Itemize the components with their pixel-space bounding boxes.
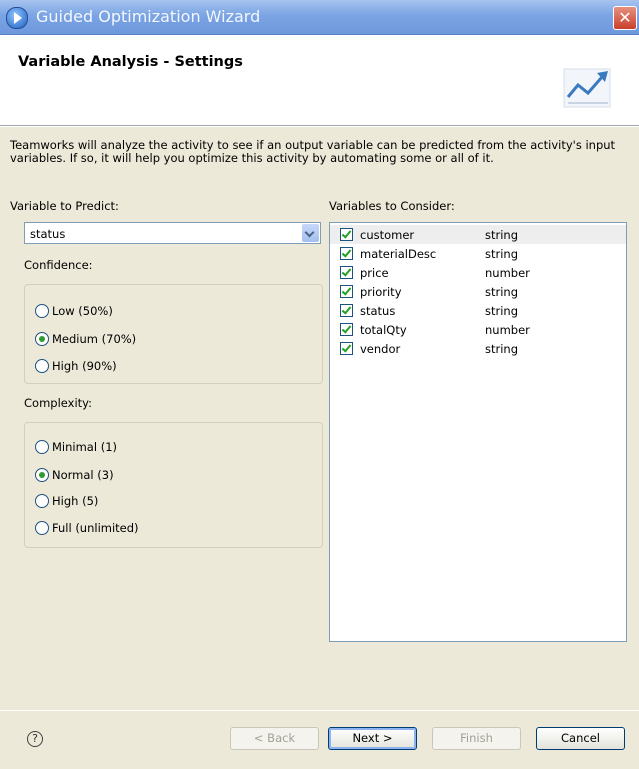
radio-complexity-minimal[interactable]: Minimal (1) <box>35 439 117 455</box>
variables-list[interactable]: customer string materialDesc string pric… <box>329 222 627 642</box>
page-title: Variable Analysis - Settings <box>18 54 243 70</box>
radio-confidence-high[interactable]: High (90%) <box>35 358 117 374</box>
radio-confidence-low[interactable]: Low (50%) <box>35 303 113 319</box>
radio-label: High (5) <box>52 494 99 508</box>
checkbox[interactable] <box>340 247 353 260</box>
variable-type: string <box>485 285 519 299</box>
variables-to-consider-label: Variables to Consider: <box>329 199 455 213</box>
radio-label: Full (unlimited) <box>52 521 139 535</box>
variable-name: customer <box>360 228 415 242</box>
variable-name: materialDesc <box>360 247 437 261</box>
list-item[interactable]: totalQty number <box>330 320 626 339</box>
variable-name: status <box>360 304 396 318</box>
list-item[interactable]: vendor string <box>330 339 626 358</box>
radio-complexity-high[interactable]: High (5) <box>35 493 98 509</box>
variable-type: string <box>485 342 519 356</box>
variable-name: vendor <box>360 342 401 356</box>
footer-separator <box>0 710 639 711</box>
confidence-group: Low (50%) Medium (70%) High (90%) <box>24 284 323 384</box>
checkbox[interactable] <box>340 304 353 317</box>
checkbox[interactable] <box>340 266 353 279</box>
variable-type: string <box>485 247 519 261</box>
variable-type: string <box>485 228 519 242</box>
header-separator <box>0 126 639 127</box>
finish-button[interactable]: Finish <box>432 727 521 750</box>
description-text: Teamworks will analyze the activity to s… <box>10 138 616 165</box>
radio-complexity-full[interactable]: Full (unlimited) <box>35 520 139 536</box>
radio-button[interactable] <box>35 359 49 373</box>
list-item[interactable]: status string <box>330 301 626 320</box>
dropdown-value: status <box>30 227 66 241</box>
radio-button[interactable] <box>35 440 49 454</box>
chevron-down-icon[interactable] <box>302 224 319 242</box>
variable-type: number <box>485 323 530 337</box>
variable-to-predict-label: Variable to Predict: <box>10 199 119 213</box>
checkbox[interactable] <box>340 323 353 336</box>
app-icon <box>6 7 28 29</box>
variable-name: price <box>360 266 389 280</box>
checkbox[interactable] <box>340 342 353 355</box>
confidence-label: Confidence: <box>24 258 93 272</box>
variable-name: totalQty <box>360 323 407 337</box>
radio-button[interactable] <box>35 304 49 318</box>
title-bar[interactable]: Guided Optimization Wizard ✕ <box>0 0 639 35</box>
back-button[interactable]: < Back <box>230 727 319 750</box>
cancel-button[interactable]: Cancel <box>536 727 625 750</box>
radio-button[interactable] <box>35 332 49 346</box>
variable-type: number <box>485 266 530 280</box>
radio-label: Low (50%) <box>52 304 113 318</box>
radio-complexity-normal[interactable]: Normal (3) <box>35 467 114 483</box>
close-button[interactable]: ✕ <box>613 6 637 30</box>
wizard-header: Variable Analysis - Settings <box>0 35 639 126</box>
list-item[interactable]: materialDesc string <box>330 244 626 263</box>
radio-label: Minimal (1) <box>52 440 117 454</box>
chart-trend-icon <box>563 68 611 108</box>
list-item[interactable]: price number <box>330 263 626 282</box>
list-item[interactable]: priority string <box>330 282 626 301</box>
radio-button[interactable] <box>35 494 49 508</box>
radio-confidence-medium[interactable]: Medium (70%) <box>35 331 136 347</box>
next-button[interactable]: Next > <box>328 727 417 750</box>
radio-label: Medium (70%) <box>52 332 137 346</box>
variable-name: priority <box>360 285 402 299</box>
window-title: Guided Optimization Wizard <box>36 7 261 26</box>
variable-type: string <box>485 304 519 318</box>
wizard-window: Guided Optimization Wizard ✕ Variable An… <box>0 0 639 769</box>
checkbox[interactable] <box>340 285 353 298</box>
checkbox[interactable] <box>340 228 353 241</box>
help-icon[interactable]: ? <box>27 731 43 747</box>
variable-to-predict-dropdown[interactable]: status <box>24 222 321 244</box>
complexity-group: Minimal (1) Normal (3) High (5) Full (un… <box>24 422 323 548</box>
complexity-label: Complexity: <box>24 396 92 410</box>
radio-button[interactable] <box>35 468 49 482</box>
list-item[interactable]: customer string <box>330 225 626 244</box>
radio-label: Normal (3) <box>52 468 114 482</box>
radio-label: High (90%) <box>52 359 117 373</box>
radio-button[interactable] <box>35 521 49 535</box>
